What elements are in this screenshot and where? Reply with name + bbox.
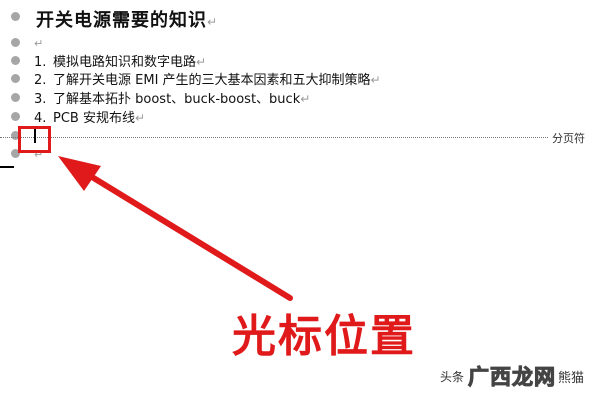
cursor-position-caption: 光标位置 — [232, 311, 416, 362]
watermark-logo: 广西龙网 — [468, 365, 557, 390]
watermark: 头条 广西龙网 熊猫 — [440, 358, 584, 394]
arrow-head-icon — [58, 156, 101, 191]
watermark-suffix: 熊猫 — [558, 370, 585, 386]
watermark-prefix: 头条 — [440, 369, 465, 384]
arrow-shaft — [71, 163, 293, 301]
